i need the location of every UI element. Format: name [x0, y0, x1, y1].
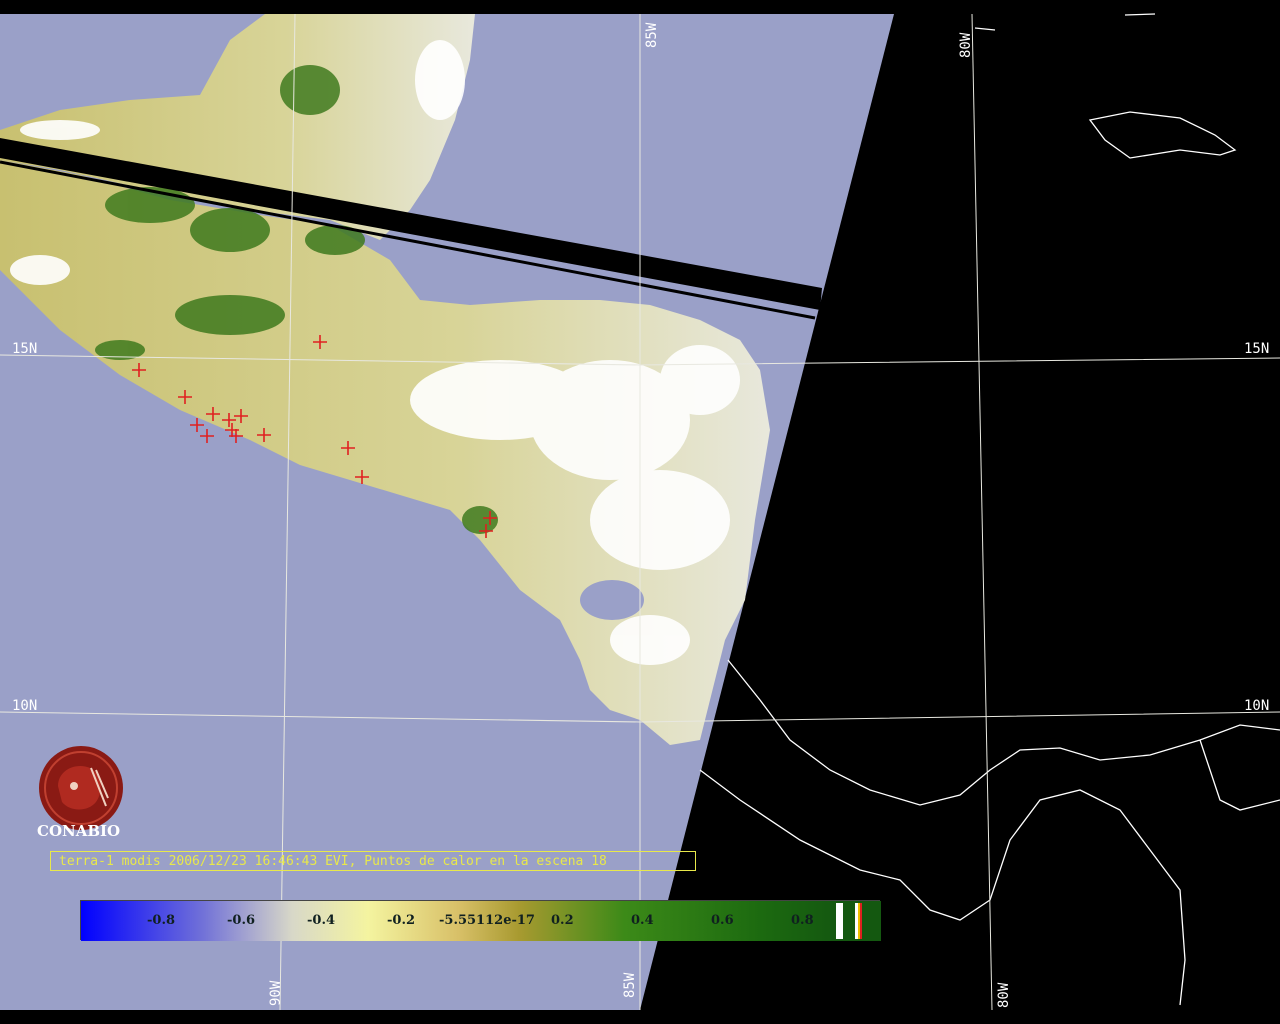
lat-label-10n-right: 10N [1244, 698, 1270, 714]
evi-colorbar: -0.8 -0.6 -0.4 -0.2 -5.55112e-17 0.2 0.4… [80, 900, 881, 941]
lon-label-85w-bottom: 85W [622, 972, 638, 998]
logo-name: CONABIO [37, 822, 121, 840]
lon-label-90w-bottom: 90W [268, 980, 284, 1006]
colorbar-tick: -5.55112e-17 [439, 913, 535, 928]
scene-caption: terra-1 modis 2006/12/23 16:46:43 EVI, P… [50, 851, 696, 871]
colorbar-tick: 0.2 [551, 913, 574, 928]
colorbar-tick: -0.8 [147, 913, 176, 928]
colorbar-tick: -0.2 [387, 913, 416, 928]
colorbar-tick: 0.4 [631, 913, 654, 928]
colorbar-tick: 0.8 [791, 913, 814, 928]
colorbar-tick: -0.4 [307, 913, 336, 928]
satellite-map-viewer: 15N 15N 10N 10N 85W 80W 90W 85W 80W CONA… [0, 0, 1280, 1024]
colorbar-tick: 0.6 [711, 913, 734, 928]
lon-label-85w-top: 85W [644, 22, 660, 48]
lon-label-80w-bottom: 80W [996, 982, 1012, 1008]
lat-label-10n-left: 10N [12, 698, 38, 714]
lat-label-15n-left: 15N [12, 341, 38, 357]
lon-label-80w-top: 80W [958, 32, 974, 58]
colorbar-tick: -0.6 [227, 913, 256, 928]
lat-label-15n-right: 15N [1244, 341, 1270, 357]
lake-nicaragua [580, 580, 644, 620]
